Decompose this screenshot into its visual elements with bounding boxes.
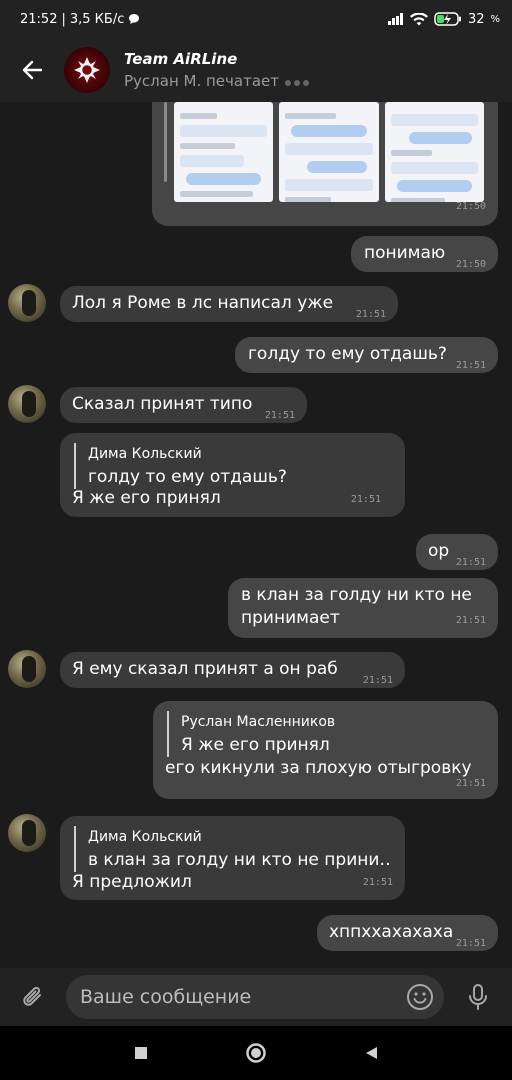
chat-title[interactable]: Team AiRLine xyxy=(124,50,312,68)
message-text: Я же его принял xyxy=(72,488,221,508)
reply-quote[interactable]: Руслан Масленников Я же его принял xyxy=(167,711,477,757)
message-text: Сказал принят типо xyxy=(72,394,253,414)
message-input[interactable]: Ваше сообщение xyxy=(66,975,444,1019)
message-out[interactable]: хппххахахаха 21:51 xyxy=(317,915,498,951)
attach-icon xyxy=(23,986,41,1006)
attach-button[interactable] xyxy=(0,968,66,1026)
status-network-speed: 3,5 КБ/с xyxy=(69,11,125,27)
message-in[interactable]: Лол я Роме в лс написал уже 21:51 xyxy=(60,286,398,322)
quote-text: Я же его принял xyxy=(181,735,330,755)
quote-author: Дима Кольский xyxy=(88,829,202,845)
message-out[interactable]: понимаю 21:50 xyxy=(351,236,498,272)
message-time: 21:51 xyxy=(455,778,486,789)
signal-icon xyxy=(387,13,403,25)
quote-text: голду то ему отдашь? xyxy=(88,467,287,487)
message-time: 21:51 xyxy=(362,877,393,888)
typing-status: Руслан М. печатает xyxy=(124,72,312,90)
system-nav-bar xyxy=(0,1026,512,1080)
messages-list[interactable]: 21:50 понимаю 21:50 Лол я Роме в лс напи… xyxy=(0,102,512,968)
message-in-reply[interactable]: Дима Кольский в клан за голду ни кто не … xyxy=(60,816,405,900)
avatar[interactable] xyxy=(8,814,46,852)
reply-quote[interactable]: Дима Кольский голду то ему отдашь? xyxy=(74,443,384,489)
message-out-media[interactable]: 21:50 xyxy=(152,102,498,226)
quote-author: Руслан Масленников xyxy=(181,714,336,730)
chat-header: Team AiRLine Руслан М. печатает xyxy=(0,38,512,102)
message-time: 21:51 xyxy=(264,410,295,421)
chat-notification-icon xyxy=(129,14,140,24)
message-text: голду то ему отдашь? xyxy=(248,344,447,364)
nav-triangle-icon[interactable] xyxy=(363,1045,379,1061)
quote-author: Дима Кольский xyxy=(88,446,202,462)
message-in[interactable]: Я ему сказал принят а он раб 21:51 xyxy=(60,652,405,688)
message-time: 21:51 xyxy=(455,615,486,626)
avatar[interactable] xyxy=(8,385,46,423)
nav-square-icon[interactable] xyxy=(133,1045,149,1061)
media-screenshot[interactable] xyxy=(384,102,484,202)
nav-circle-icon[interactable] xyxy=(245,1042,267,1064)
message-time: 21:51 xyxy=(455,938,486,949)
message-out[interactable]: ор 21:51 xyxy=(416,534,498,570)
emoji-icon[interactable] xyxy=(406,983,434,1011)
quote-text: в клан за голду ни кто не прини… xyxy=(88,850,392,870)
message-out-reply[interactable]: Руслан Масленников Я же его принял его к… xyxy=(153,701,498,799)
message-text: ор xyxy=(428,541,450,561)
message-text: его кикнули за плохую отыгровку xyxy=(165,758,472,778)
media-screenshots[interactable] xyxy=(174,102,484,202)
group-logo-icon xyxy=(74,57,100,83)
message-time: 21:51 xyxy=(362,675,393,686)
message-out[interactable]: в клан за голду ни кто не принимает 21:5… xyxy=(228,578,498,638)
message-time: 21:51 xyxy=(455,557,486,568)
message-text: Я предложил xyxy=(72,872,192,892)
message-text: понимаю xyxy=(364,243,446,263)
message-time: 21:50 xyxy=(455,259,486,270)
avatar[interactable] xyxy=(8,650,46,688)
message-input-placeholder[interactable]: Ваше сообщение xyxy=(80,986,406,1008)
media-screenshot[interactable] xyxy=(279,102,379,202)
message-text: хппххахахаха xyxy=(329,922,454,942)
back-button[interactable] xyxy=(0,38,64,102)
back-arrow-icon xyxy=(22,60,43,80)
media-scrollbar[interactable] xyxy=(164,102,167,182)
message-time: 21:51 xyxy=(455,360,486,371)
typing-dots-icon xyxy=(285,72,312,90)
voice-record-button[interactable] xyxy=(444,968,512,1026)
media-screenshot[interactable] xyxy=(174,102,274,202)
composer-bar: Ваше сообщение xyxy=(0,968,512,1026)
battery-percent: 32 xyxy=(467,11,485,27)
group-avatar[interactable] xyxy=(64,47,110,93)
avatar[interactable] xyxy=(8,284,46,322)
status-time: 21:52 xyxy=(20,11,58,27)
mic-icon xyxy=(469,984,487,1010)
message-time: 21:51 xyxy=(350,494,381,505)
message-time: 21:51 xyxy=(355,309,386,320)
typing-text: Руслан М. печатает xyxy=(124,72,279,90)
message-text: Лол я Роме в лс написал уже xyxy=(72,293,334,313)
message-text: Я ему сказал принят а он раб xyxy=(72,659,338,679)
message-out[interactable]: голду то ему отдашь? 21:51 xyxy=(235,337,498,373)
message-in[interactable]: Сказал принят типо 21:51 xyxy=(60,387,307,423)
message-text-line2: принимает xyxy=(241,608,340,628)
battery-icon xyxy=(434,12,461,26)
message-in-reply[interactable]: Дима Кольский голду то ему отдашь? Я же … xyxy=(60,433,405,517)
wifi-icon xyxy=(409,12,428,25)
message-time: 21:50 xyxy=(455,201,486,212)
reply-quote[interactable]: Дима Кольский в клан за голду ни кто не … xyxy=(74,826,392,872)
message-text-line1: в клан за голду ни кто не xyxy=(241,585,472,605)
status-bar: 21:52 | 3,5 КБ/с 32 % xyxy=(0,0,512,38)
